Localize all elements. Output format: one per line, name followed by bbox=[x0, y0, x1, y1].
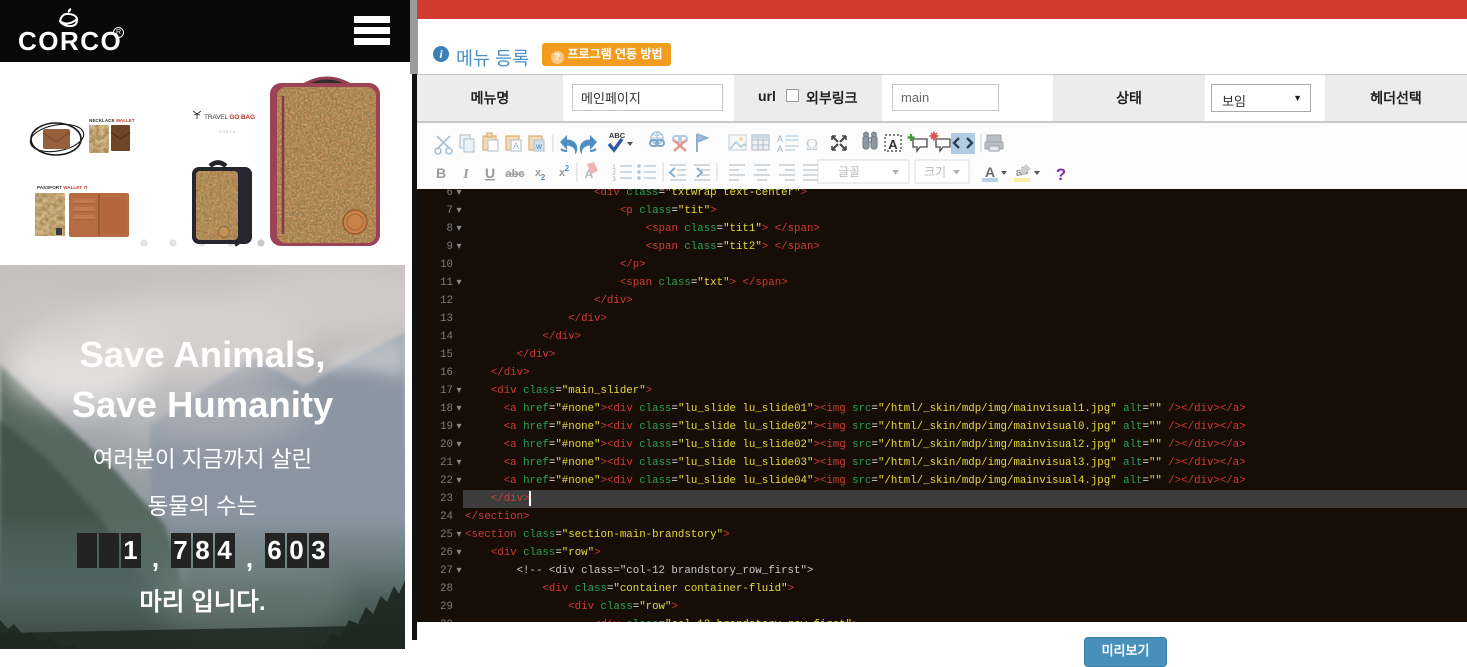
svg-text:C O R C O: C O R C O bbox=[219, 130, 236, 134]
svg-text:NECKLACE WALLET: NECKLACE WALLET bbox=[89, 118, 135, 123]
svg-text:TRAVEL GO BAG: TRAVEL GO BAG bbox=[204, 114, 255, 121]
svg-text:2: 2 bbox=[565, 164, 570, 173]
svg-text:PASSPORT WALLET 7t: PASSPORT WALLET 7t bbox=[37, 185, 88, 190]
svg-text:w: w bbox=[535, 142, 542, 151]
svg-text:Ω: Ω bbox=[806, 135, 819, 154]
svg-text:크기: 크기 bbox=[924, 165, 946, 179]
svg-text:abc: abc bbox=[506, 168, 525, 180]
svg-text:U: U bbox=[485, 165, 495, 181]
svg-text:ABC: ABC bbox=[609, 131, 626, 140]
svg-text:글꼴: 글꼴 bbox=[838, 165, 860, 179]
svg-text:3: 3 bbox=[612, 177, 616, 183]
svg-text:A: A bbox=[777, 134, 783, 144]
svg-text:?: ? bbox=[1056, 165, 1066, 184]
svg-text:A: A bbox=[888, 137, 898, 152]
svg-text:A: A bbox=[777, 144, 783, 154]
svg-text:2: 2 bbox=[541, 173, 546, 182]
svg-text:A: A bbox=[985, 164, 995, 180]
svg-text:I: I bbox=[462, 167, 469, 182]
svg-text:A: A bbox=[513, 141, 519, 151]
svg-text:B: B bbox=[436, 165, 446, 181]
